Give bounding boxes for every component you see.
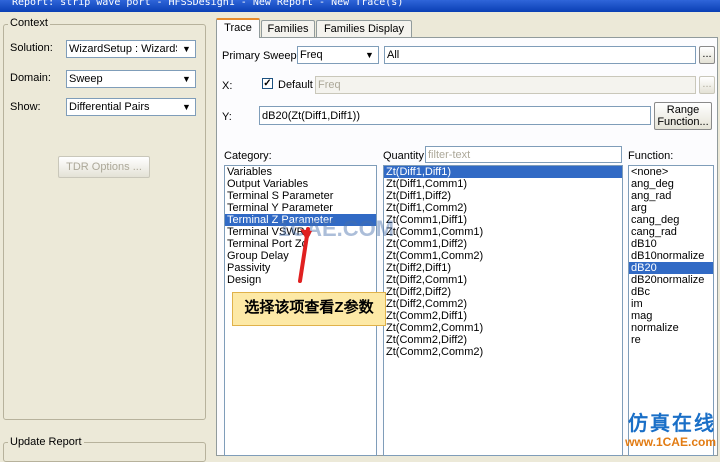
tab-families-display[interactable]: Families Display xyxy=(316,20,412,38)
quantity-list-item[interactable]: Zt(Comm1,Diff2) xyxy=(384,238,622,250)
range-function-button[interactable]: Range Function... xyxy=(654,102,712,130)
chevron-down-icon[interactable]: ▼ xyxy=(362,48,377,62)
browse-label: ... xyxy=(702,48,712,60)
chevron-down-icon[interactable]: ▼ xyxy=(179,42,194,56)
check-icon: ✓ xyxy=(263,78,272,89)
update-report-legend: Update Report xyxy=(8,436,84,448)
quantity-list-item[interactable]: Zt(Comm2,Comm2) xyxy=(384,346,622,358)
quantity-list[interactable]: Zt(Diff1,Diff1) Zt(Diff1,Comm1) Zt(Diff1,D… xyxy=(383,165,623,456)
tab-trace[interactable]: Trace xyxy=(216,18,260,38)
watermark-logo: 仿真在线 www.1CAE.com xyxy=(590,412,716,454)
browse-label: ... xyxy=(702,78,712,90)
function-list-item[interactable]: cang_deg xyxy=(629,214,713,226)
quantity-list-item[interactable]: Zt(Diff2,Diff2) xyxy=(384,286,622,298)
primary-sweep-range-value: All xyxy=(387,49,400,61)
show-value: Differential Pairs xyxy=(69,101,150,113)
x-label: X: xyxy=(222,80,233,92)
function-list-item[interactable]: normalize xyxy=(629,322,713,334)
function-list-item[interactable]: mag xyxy=(629,310,713,322)
quantity-filter-input[interactable]: filter-text xyxy=(425,146,622,163)
primary-sweep-select[interactable]: Freq ▼ xyxy=(297,46,379,64)
quantity-label: Quantity: xyxy=(383,150,428,162)
function-list-item[interactable]: dB20 xyxy=(629,262,713,274)
category-label: Category: xyxy=(224,150,272,162)
quantity-list-item[interactable]: Zt(Diff1,Diff1) xyxy=(384,166,622,178)
category-list-item[interactable]: Terminal Y Parameter xyxy=(225,202,376,214)
y-label: Y: xyxy=(222,111,232,123)
primary-sweep-range-field[interactable]: All xyxy=(384,46,696,64)
quantity-list-item[interactable]: Zt(Comm1,Diff1) xyxy=(384,214,622,226)
x-browse-button[interactable]: ... xyxy=(699,76,715,94)
category-list-item[interactable]: Terminal S Parameter xyxy=(225,190,376,202)
category-list-item[interactable]: Output Variables xyxy=(225,178,376,190)
solution-label: Solution: xyxy=(10,42,53,54)
function-list-item[interactable]: re xyxy=(629,334,713,346)
show-select[interactable]: Differential Pairs ▼ xyxy=(66,98,196,116)
function-list-item[interactable]: cang_rad xyxy=(629,226,713,238)
tab-families[interactable]: Families xyxy=(261,20,315,38)
solution-value: WizardSetup : WizardSwe xyxy=(69,43,177,55)
function-list-item[interactable]: arg xyxy=(629,202,713,214)
default-label: Default xyxy=(278,79,313,91)
watermark-cn-text: 仿真在线 xyxy=(628,411,716,435)
quantity-list-item[interactable]: Zt(Comm2,Comm1) xyxy=(384,322,622,334)
show-label: Show: xyxy=(10,101,41,113)
y-expression-input[interactable]: dB20(Zt(Diff1,Diff1)) xyxy=(259,106,651,125)
quantity-list-item[interactable]: Zt(Comm2,Diff2) xyxy=(384,334,622,346)
function-list-item[interactable]: dB20normalize xyxy=(629,274,713,286)
watermark-url-text: www.1CAE.com xyxy=(625,435,716,449)
quantity-list-item[interactable]: Zt(Diff2,Comm2) xyxy=(384,298,622,310)
quantity-filter-placeholder: filter-text xyxy=(428,149,471,161)
function-label: Function: xyxy=(628,150,674,162)
category-list-item[interactable]: Variables xyxy=(225,166,376,178)
function-list-item[interactable]: <none> xyxy=(629,166,713,178)
tab-trace-label: Trace xyxy=(224,22,252,34)
annotation-arrow xyxy=(298,227,312,283)
quantity-list-item[interactable]: Zt(Diff2,Comm1) xyxy=(384,274,622,286)
tdr-options-label: TDR Options ... xyxy=(66,161,142,173)
annotation-callout: 选择该项查看Z参数 xyxy=(232,292,386,326)
solution-select[interactable]: WizardSetup : WizardSwe ▼ xyxy=(66,40,196,58)
tab-families-label: Families xyxy=(267,23,309,35)
chevron-down-icon[interactable]: ▼ xyxy=(179,100,194,114)
quantity-list-item[interactable]: Zt(Diff1,Diff2) xyxy=(384,190,622,202)
function-list-item[interactable]: dBc xyxy=(629,286,713,298)
quantity-list-item[interactable]: Zt(Diff1,Comm2) xyxy=(384,202,622,214)
annotation-callout-text: 选择该项查看Z参数 xyxy=(244,299,374,316)
quantity-list-item[interactable]: Zt(Comm1,Comm1) xyxy=(384,226,622,238)
tdr-options-button[interactable]: TDR Options ... xyxy=(58,156,150,178)
function-list-item[interactable]: dB10normalize xyxy=(629,250,713,262)
default-checkbox[interactable]: ✓ xyxy=(262,78,273,89)
function-list-item[interactable]: im xyxy=(629,298,713,310)
function-list-item[interactable]: ang_rad xyxy=(629,190,713,202)
window-title: Report: strip wave port - HFSSDesign1 - … xyxy=(12,0,404,8)
chevron-down-icon[interactable]: ▼ xyxy=(179,72,194,86)
domain-value: Sweep xyxy=(69,73,103,85)
y-value: dB20(Zt(Diff1,Diff1)) xyxy=(262,110,361,122)
tab-families-display-label: Families Display xyxy=(323,23,405,35)
quantity-list-item[interactable]: Zt(Comm2,Diff1) xyxy=(384,310,622,322)
context-legend: Context xyxy=(8,17,50,29)
primary-sweep-browse-button[interactable]: ... xyxy=(699,46,715,64)
range-function-label-1: Range xyxy=(666,104,700,116)
function-list-item[interactable]: dB10 xyxy=(629,238,713,250)
quantity-list-item[interactable]: Zt(Comm1,Comm2) xyxy=(384,250,622,262)
quantity-list-item[interactable]: Zt(Diff1,Comm1) xyxy=(384,178,622,190)
domain-label: Domain: xyxy=(10,72,51,84)
window-title-bar: Report: strip wave port - HFSSDesign1 - … xyxy=(0,0,720,12)
quantity-list-item[interactable]: Zt(Diff2,Diff1) xyxy=(384,262,622,274)
function-list-item[interactable]: ang_deg xyxy=(629,178,713,190)
x-value: Freq xyxy=(318,79,341,91)
x-field[interactable]: Freq xyxy=(315,76,696,94)
primary-sweep-label: Primary Sweep: xyxy=(222,50,300,62)
primary-sweep-value: Freq xyxy=(300,49,323,61)
domain-select[interactable]: Sweep ▼ xyxy=(66,70,196,88)
range-function-label-2: Function... xyxy=(657,116,709,128)
